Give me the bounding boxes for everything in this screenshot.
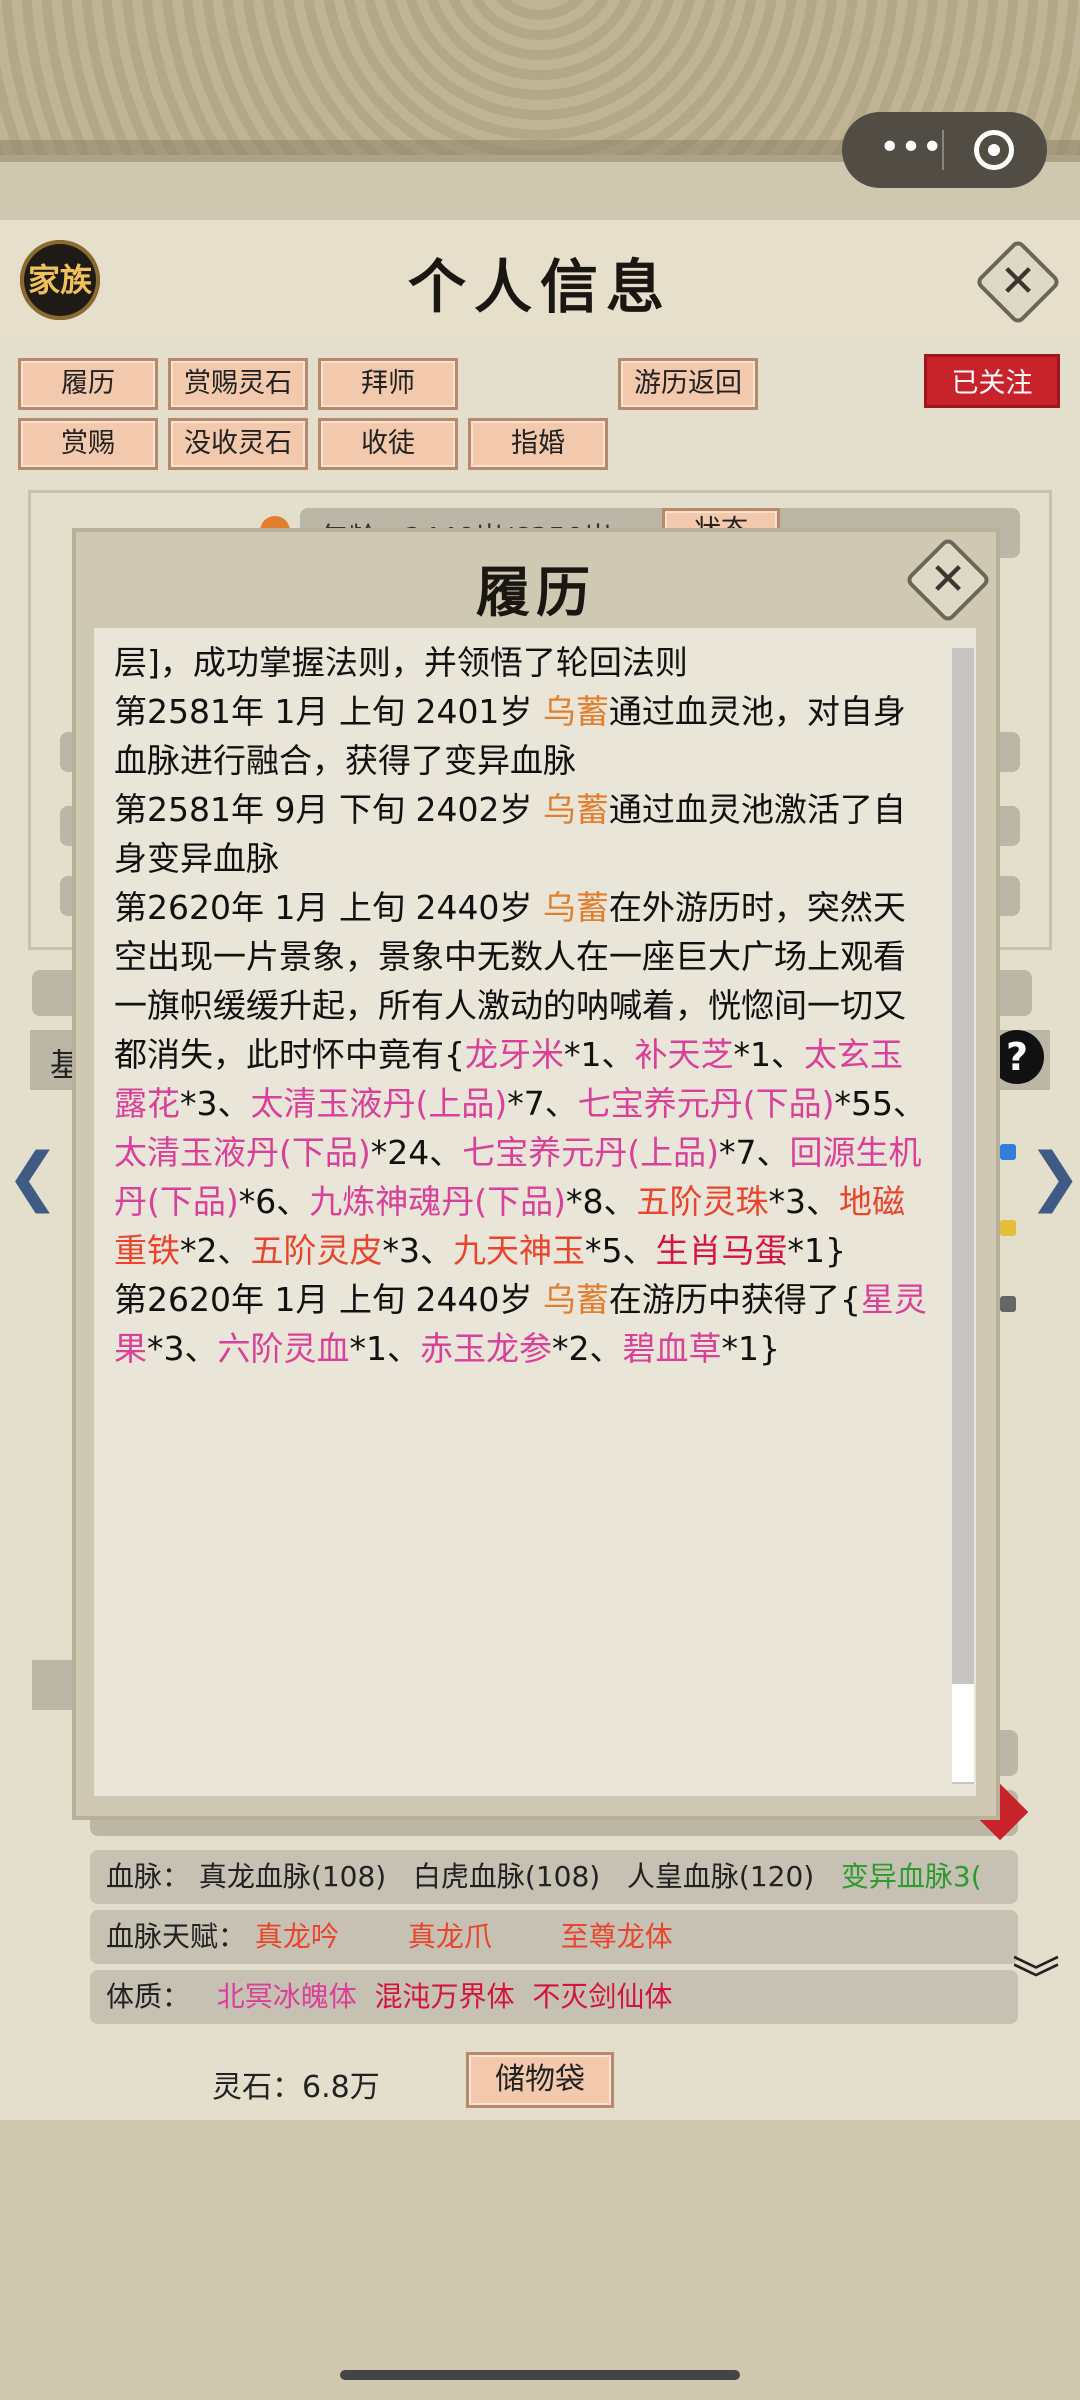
entry-text: 第2581年 1月 上旬 2401岁 xyxy=(114,692,543,731)
confiscate-stones-button[interactable]: 没收灵石 xyxy=(168,418,308,470)
blue-marker-icon xyxy=(1000,1144,1016,1160)
entry-text: *2、 xyxy=(552,1329,623,1368)
close-icon: ✕ xyxy=(929,554,967,605)
apprentice-button[interactable]: 拜师 xyxy=(318,358,458,410)
storage-bag-button[interactable]: 储物袋 xyxy=(466,2052,614,2108)
bloodline-item: 白虎血脉(108) xyxy=(412,1860,601,1893)
entry-text: *3、 xyxy=(382,1231,454,1270)
entry-text: *1、 xyxy=(564,1035,635,1074)
highlight-text: 五阶灵珠 xyxy=(636,1182,769,1221)
family-button[interactable]: 家族 xyxy=(20,240,100,320)
entry-text: 第2581年 9月 下旬 2402岁 xyxy=(114,790,543,829)
highlight-text: 乌蓄 xyxy=(542,692,609,731)
entry-text: *5、 xyxy=(585,1231,656,1270)
entry-text: *1、 xyxy=(733,1035,805,1074)
bottom-area xyxy=(0,2120,1080,2400)
return-from-travel-button[interactable]: 游历返回 xyxy=(618,358,758,410)
entry-text: *2、 xyxy=(180,1231,251,1270)
highlight-text: 六阶灵血 xyxy=(217,1329,350,1368)
entry-text: *7、 xyxy=(719,1133,790,1172)
capsule-divider xyxy=(942,130,944,170)
reward-stones-button[interactable]: 赏赐灵石 xyxy=(168,358,308,410)
take-disciple-button[interactable]: 收徒 xyxy=(318,418,458,470)
next-arrow-icon[interactable]: ❯ xyxy=(1028,1140,1080,1214)
highlight-text: 乌蓄 xyxy=(542,790,609,829)
bloodline-label: 血脉： xyxy=(106,1860,191,1893)
talent-item: 真龙吟 xyxy=(254,1920,339,1953)
history-entry: 层]，成功掌握法则，并领悟了轮回法则 xyxy=(114,638,934,687)
highlight-text: 太清玉液丹(上品) xyxy=(250,1084,508,1123)
bloodline-item: 真龙血脉(108) xyxy=(198,1860,387,1893)
talent-row: 血脉天赋： 真龙吟 真龙爪 至尊龙体 xyxy=(90,1910,1018,1964)
entry-text: *3、 xyxy=(147,1329,218,1368)
bloodline-item: 人皇血脉(120) xyxy=(626,1860,815,1893)
reward-button[interactable]: 赏赐 xyxy=(18,418,158,470)
highlight-text: 太清玉液丹(下品) xyxy=(114,1133,371,1172)
highlight-text: 乌蓄 xyxy=(542,1280,609,1319)
physique-item: 不灭剑仙体 xyxy=(532,1980,673,2013)
yellow-marker-icon xyxy=(1000,1220,1016,1236)
entry-text: 第2620年 1月 上旬 2440岁 xyxy=(114,888,543,927)
close-icon: ✕ xyxy=(999,256,1037,307)
physique-item: 北冥冰魄体 xyxy=(216,1980,357,2013)
modal-title: 履历 xyxy=(476,560,596,624)
history-button[interactable]: 履历 xyxy=(18,358,158,410)
expand-down-icon[interactable]: ︾ xyxy=(1012,1956,1060,2004)
entry-text: *8、 xyxy=(566,1182,637,1221)
highlight-text: 九天神玉 xyxy=(453,1231,585,1270)
arrange-marriage-button[interactable]: 指婚 xyxy=(468,418,608,470)
history-entry: 第2620年 1月 上旬 2440岁 乌蓄在游历中获得了{星灵果*3、六阶灵血*… xyxy=(114,1275,934,1373)
talent-item: 真龙爪 xyxy=(407,1920,492,1953)
entry-text: *24、 xyxy=(370,1133,463,1172)
history-entry: 第2620年 1月 上旬 2440岁 乌蓄在外游历时，突然天空出现一片景象，景象… xyxy=(114,883,934,1275)
talent-item: 至尊龙体 xyxy=(560,1920,673,1953)
entry-text: *3、 xyxy=(768,1182,840,1221)
physique-item: 混沌万界体 xyxy=(374,1980,515,2013)
entry-text: *1} xyxy=(721,1329,781,1368)
entry-text: *7、 xyxy=(507,1084,578,1123)
highlight-text: 五阶灵皮 xyxy=(250,1231,383,1270)
entry-text: *55、 xyxy=(834,1084,927,1123)
entry-text: *6、 xyxy=(238,1182,310,1221)
followed-badge[interactable]: 已关注 xyxy=(924,354,1060,408)
spirit-stones-text: 灵石：6.8万 xyxy=(212,2070,380,2105)
entry-text: 在游历中获得了{ xyxy=(608,1280,861,1319)
miniprogram-capsule: ••• xyxy=(842,112,1047,188)
highlight-text: 碧血草 xyxy=(622,1329,722,1368)
physique-row: 体质： 北冥冰魄体 混沌万界体 不灭剑仙体 xyxy=(90,1970,1018,2024)
entry-text: 第2620年 1月 上旬 2440岁 xyxy=(114,1280,543,1319)
highlight-text: 乌蓄 xyxy=(542,888,609,927)
home-indicator xyxy=(340,2370,740,2380)
history-entry: 第2581年 9月 下旬 2402岁 乌蓄通过血灵池激活了自身变异血脉 xyxy=(114,785,934,883)
mutant-bloodline: 变异血脉3( xyxy=(840,1860,982,1893)
entry-text: *1、 xyxy=(349,1329,421,1368)
highlight-text: 七宝养元丹(下品) xyxy=(577,1084,835,1123)
highlight-text: 龙牙米 xyxy=(465,1035,564,1074)
close-miniprogram-icon[interactable] xyxy=(974,130,1014,170)
entry-text: *3、 xyxy=(180,1084,251,1123)
highlight-text: 补天芝 xyxy=(634,1035,734,1074)
bloodline-row: 血脉： 真龙血脉(108) 白虎血脉(108) 人皇血脉(120) 变异血脉3( xyxy=(90,1850,1018,1904)
highlight-text: 生肖马蛋 xyxy=(655,1231,788,1270)
highlight-text: 七宝养元丹(上品) xyxy=(462,1133,719,1172)
entry-text: 层]，成功掌握法则，并领悟了轮回法则 xyxy=(114,643,688,682)
page-title: 个人信息 xyxy=(407,253,672,321)
talent-label: 血脉天赋： xyxy=(106,1920,247,1953)
grey-marker-icon xyxy=(1000,1296,1016,1312)
prev-arrow-icon[interactable]: ❮ xyxy=(6,1140,60,1214)
entry-text: *1} xyxy=(787,1231,847,1270)
history-entries: 层]，成功掌握法则，并领悟了轮回法则第2581年 1月 上旬 2401岁 乌蓄通… xyxy=(114,638,934,1373)
scrollbar-thumb[interactable] xyxy=(952,1684,974,1782)
history-entry: 第2581年 1月 上旬 2401岁 乌蓄通过血灵池，对自身血脉进行融合，获得了… xyxy=(114,687,934,785)
physique-label: 体质： xyxy=(106,1980,191,2013)
history-log[interactable]: 层]，成功掌握法则，并领悟了轮回法则第2581年 1月 上旬 2401岁 乌蓄通… xyxy=(94,628,976,1796)
highlight-text: 赤玉龙参 xyxy=(420,1329,552,1368)
highlight-text: 九炼神魂丹(下品) xyxy=(309,1182,566,1221)
scrollbar-track[interactable] xyxy=(952,648,974,1784)
